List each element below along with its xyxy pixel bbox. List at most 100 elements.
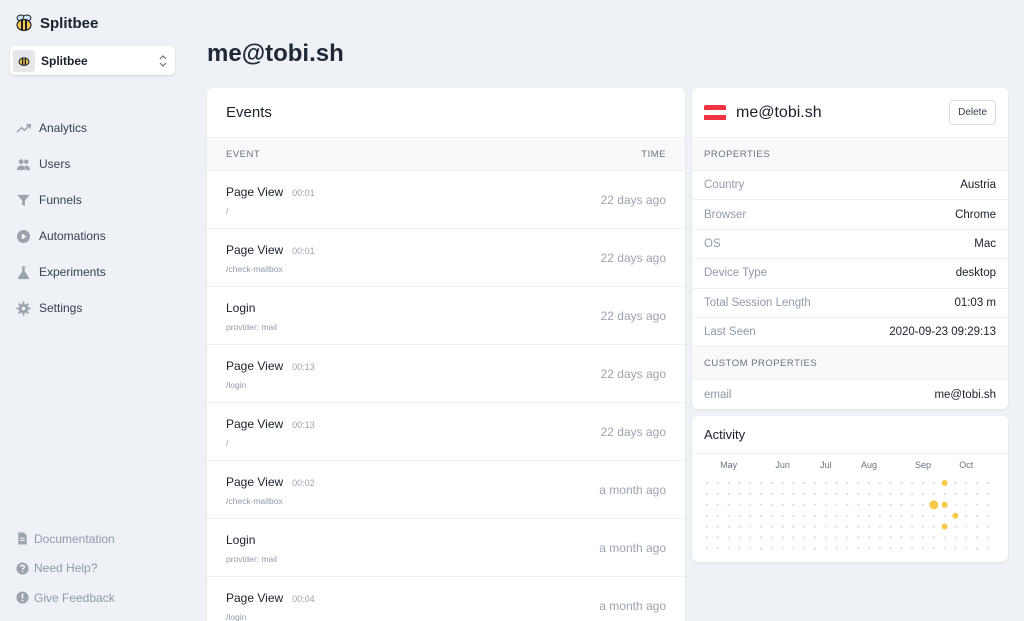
event-row[interactable]: Page View 00:04 /login a month ago (207, 577, 685, 621)
activity-dot (922, 547, 924, 550)
activity-dot (932, 536, 935, 539)
documentation-link[interactable]: Documentation (16, 524, 115, 554)
activity-dot (900, 547, 903, 550)
activity-dot (922, 514, 924, 517)
properties-header: PROPERTIES (692, 138, 1008, 171)
event-info: Page View 00:13 / (226, 415, 315, 448)
activity-dot (878, 514, 881, 517)
activity-dot (760, 492, 762, 495)
bee-icon (18, 56, 30, 66)
activity-dot (965, 503, 968, 506)
give-feedback-link[interactable]: Give Feedback (16, 583, 115, 613)
activity-dot (846, 547, 849, 550)
event-row[interactable]: Page View 00:02 /check-mailbox a month ag… (207, 461, 685, 519)
event-row[interactable]: Login provider: mail a month ago (207, 519, 685, 577)
activity-dot (965, 492, 968, 495)
event-row[interactable]: Page View 00:13 / 22 days ago (207, 403, 685, 461)
activity-dot (824, 514, 827, 517)
activity-dot (781, 525, 784, 528)
activity-dot (824, 482, 827, 484)
event-row[interactable]: Login provider: mail 22 days ago (207, 287, 685, 345)
activity-dot (824, 547, 827, 550)
activity-dot (738, 492, 741, 495)
sidebar-item-settings[interactable]: Settings (16, 290, 106, 326)
activity-dot (824, 525, 827, 528)
activity-dot (727, 482, 730, 484)
property-key: Browser (704, 208, 747, 221)
activity-dot (976, 514, 978, 517)
activity-dot (814, 514, 816, 517)
events-list: Page View 00:01 / 22 days ago Page View 00… (207, 171, 685, 621)
activity-dot (760, 482, 762, 484)
sidebar-item-experiments[interactable]: Experiments (16, 254, 106, 290)
event-detail: /login (226, 612, 247, 621)
activity-dot (706, 492, 708, 495)
exclamation-icon (16, 591, 29, 604)
event-detail: /check-mailbox (226, 496, 283, 506)
property-key: Country (704, 179, 745, 192)
event-row[interactable]: Page View 00:01 / 22 days ago (207, 171, 685, 229)
property-key: Total Session Length (704, 296, 811, 309)
activity-dot (922, 503, 924, 506)
activity-dot (814, 492, 816, 495)
activity-dot (911, 482, 914, 484)
sidebar-item-label: Users (39, 157, 71, 171)
event-name: Page View (226, 591, 284, 605)
activity-dot (932, 492, 935, 495)
activity-dot (976, 482, 978, 484)
sidebar-item-label: Settings (39, 301, 83, 315)
sidebar-item-users[interactable]: Users (16, 146, 106, 182)
activity-dot (792, 525, 795, 528)
month-label: May (720, 460, 738, 470)
activity-dot (760, 514, 762, 517)
sidebar-item-funnels[interactable]: Funnels (16, 182, 106, 218)
activity-dot (792, 492, 795, 495)
activity-dot (835, 514, 838, 517)
delete-button[interactable]: Delete (949, 100, 996, 125)
activity-dot (857, 525, 860, 528)
activity-dot-active (941, 480, 948, 486)
activity-dot (770, 525, 773, 528)
property-row: Total Session Length 01:03 m (692, 289, 1008, 318)
event-name: Page View (226, 475, 284, 489)
activity-dot (900, 482, 903, 484)
activity-dot (889, 514, 892, 517)
property-row: OS Mac (692, 230, 1008, 260)
activity-dot (803, 503, 806, 506)
event-row[interactable]: Page View 00:13 /login 22 days ago (207, 345, 685, 403)
activity-dot (846, 525, 849, 528)
activity-dot (986, 482, 989, 484)
activity-dot (878, 492, 881, 495)
activity-dot (911, 525, 914, 528)
event-detail: provider: mail (226, 322, 278, 332)
activity-dot (900, 492, 903, 495)
funnel-icon (17, 194, 30, 206)
need-help-link[interactable]: Need Help? (16, 554, 115, 584)
project-selector[interactable]: Splitbee (10, 46, 175, 75)
activity-dot (868, 482, 870, 484)
property-row: Device Type desktop (692, 259, 1008, 289)
project-avatar (13, 49, 35, 72)
app-logo[interactable]: Splitbee (14, 13, 98, 33)
activity-dot (932, 547, 935, 550)
event-time: 22 days ago (600, 192, 666, 207)
activity-dot (932, 482, 935, 484)
activity-dot (824, 536, 827, 539)
activity-dot-active (941, 501, 948, 508)
user-card: me@tobi.sh Delete PROPERTIES Country Aus… (692, 88, 1008, 409)
event-info: Login provider: mail (226, 299, 277, 332)
activity-dot (900, 525, 903, 528)
activity-dot (954, 525, 957, 528)
activity-dot (835, 503, 838, 506)
activity-dot (889, 536, 892, 539)
activity-dot (954, 492, 957, 495)
activity-dot (835, 525, 838, 528)
activity-dot (857, 514, 860, 517)
activity-dot (716, 492, 719, 495)
event-row[interactable]: Page View 00:01 /check-mailbox 22 days ag… (207, 229, 685, 287)
sidebar-item-automations[interactable]: Automations (16, 218, 106, 254)
bee-icon (16, 14, 32, 32)
sidebar-item-analytics[interactable]: Analytics (16, 110, 106, 146)
activity-dot (943, 536, 946, 539)
activity-dot (976, 536, 978, 539)
